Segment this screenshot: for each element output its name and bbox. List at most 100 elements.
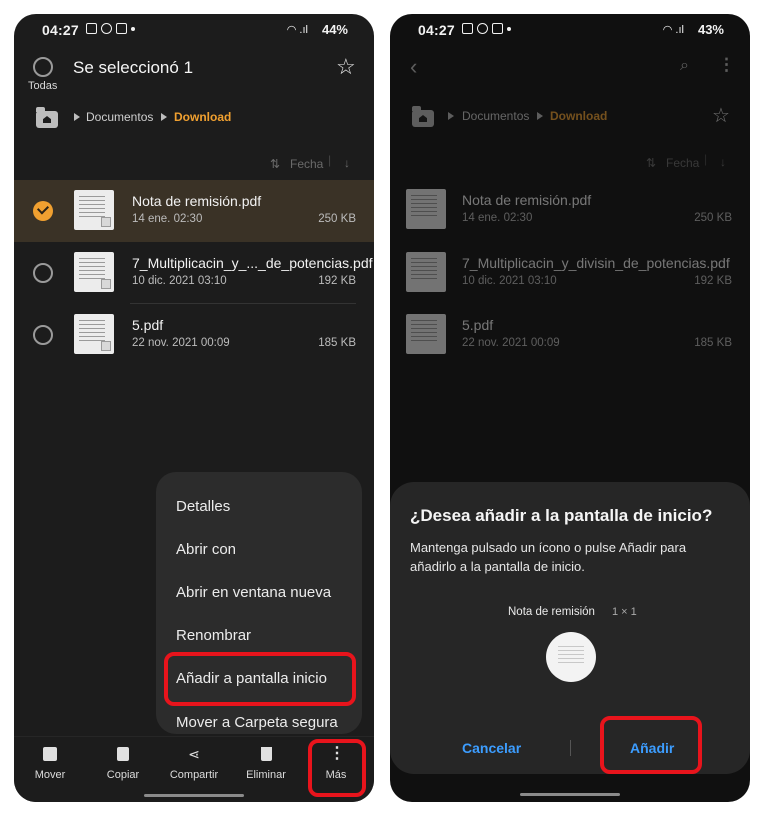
dot-icon — [131, 27, 135, 31]
copy-label: Copiar — [106, 769, 140, 781]
breadcrumb-documentos[interactable]: Documentos — [86, 110, 153, 124]
breadcrumb-download[interactable]: Download — [550, 109, 607, 123]
menu-item-abrir-ventana-nueva[interactable]: Abrir en ventana nueva — [176, 584, 331, 601]
breadcrumb-chevron-icon — [537, 112, 543, 120]
more-icon[interactable]: ⋮ — [718, 55, 735, 75]
file-name: 5.pdf — [462, 317, 494, 333]
breadcrumb-chevron-icon — [161, 113, 167, 121]
share-button[interactable]: ⋖ Compartir — [164, 747, 224, 781]
status-time: 04:27 — [418, 22, 455, 38]
pdf-thumbnail — [74, 252, 114, 292]
gallery-icon — [86, 23, 97, 34]
check-mark-icon — [36, 202, 50, 215]
breadcrumb-download[interactable]: Download — [174, 110, 231, 124]
notification-icons — [462, 23, 511, 34]
file-name: 7_Multiplicacin_y_divisin_de_potencias.p… — [462, 255, 730, 271]
share-icon: ⋖ — [188, 746, 200, 762]
sort-icon[interactable]: ⇅ — [270, 157, 280, 171]
file-row[interactable]: 7_Multiplicacin_y_..._de_potencias.pdf 1… — [14, 242, 374, 304]
expand-icon — [101, 217, 111, 227]
search-icon[interactable]: ⌕ — [680, 57, 689, 75]
select-all-label: Todas — [28, 80, 58, 92]
menu-item-renombrar[interactable]: Renombrar — [176, 627, 251, 644]
battery-level: 44% — [321, 22, 348, 37]
home-folder-icon[interactable] — [412, 106, 434, 127]
account-icon — [101, 23, 112, 34]
star-icon[interactable]: ☆ — [336, 54, 356, 80]
widget-size: 1 × 1 — [612, 606, 637, 618]
sort-label[interactable]: Fecha — [666, 156, 699, 170]
back-icon[interactable]: ‹ — [410, 54, 417, 80]
button-divider — [570, 740, 571, 756]
gesture-bar — [144, 794, 244, 797]
file-checkbox[interactable] — [33, 325, 53, 345]
copy-icon — [117, 747, 129, 761]
file-date: 14 ene. 02:30 — [132, 213, 203, 225]
breadcrumb-chevron-icon — [74, 113, 80, 121]
move-label: Mover — [34, 769, 66, 781]
share-label: Compartir — [169, 769, 219, 781]
file-row[interactable]: Nota de remisión.pdf 14 ene. 02:30 250 K… — [390, 179, 750, 241]
highlight-box — [600, 716, 702, 774]
wifi-signal-icon: ◠ .ıl — [662, 24, 684, 36]
gallery-icon — [462, 23, 473, 34]
file-name: 7_Multiplicacin_y_..._de_potencias.pdf — [132, 255, 373, 271]
file-size: 192 KB — [694, 275, 732, 287]
phone-screen-left: 04:27 ◠ .ıl 44% Todas Se seleccionó 1 ☆ … — [14, 14, 374, 802]
bag-icon — [116, 23, 127, 34]
menu-item-abrir-con[interactable]: Abrir con — [176, 541, 236, 558]
file-row[interactable]: 5.pdf 22 nov. 2021 00:09 185 KB — [14, 304, 374, 366]
sort-icon[interactable]: ⇅ — [646, 156, 656, 170]
expand-icon — [101, 279, 111, 289]
sort-label[interactable]: Fecha — [290, 157, 323, 171]
menu-item-detalles[interactable]: Detalles — [176, 498, 230, 515]
file-row[interactable]: 7_Multiplicacin_y_divisin_de_potencias.p… — [390, 242, 750, 304]
sort-direction-icon[interactable]: ↓ — [344, 156, 350, 170]
pdf-thumbnail — [74, 314, 114, 354]
breadcrumb-documentos[interactable]: Documentos — [462, 109, 529, 123]
notification-icons — [86, 23, 135, 34]
delete-button[interactable]: Eliminar — [236, 747, 296, 781]
checkbox-checked-icon[interactable] — [33, 201, 53, 221]
highlight-box — [164, 652, 356, 706]
breadcrumb-chevron-icon — [448, 112, 454, 120]
widget-preview-icon[interactable] — [546, 632, 596, 682]
sort-direction-icon[interactable]: ↓ — [720, 155, 726, 169]
wifi-signal-icon: ◠ .ıl — [286, 24, 308, 36]
select-all-checkbox[interactable] — [33, 57, 53, 77]
file-name: Nota de remisión.pdf — [462, 192, 592, 208]
star-icon[interactable]: ☆ — [712, 103, 730, 128]
dot-icon — [507, 27, 511, 31]
phone-screen-right: 04:27 ◠ .ıl 43% ‹ ⌕ ⋮ Documentos Downloa… — [390, 14, 750, 802]
home-folder-icon[interactable] — [36, 107, 58, 128]
expand-icon — [101, 341, 111, 351]
file-size: 185 KB — [318, 337, 356, 349]
file-date: 22 nov. 2021 00:09 — [462, 337, 560, 349]
copy-button[interactable]: Copiar — [93, 747, 153, 781]
dialog-message: Mantenga pulsado un ícono o pulse Añadir… — [410, 540, 687, 574]
file-checkbox[interactable] — [33, 263, 53, 283]
status-time: 04:27 — [42, 22, 79, 38]
bag-icon — [492, 23, 503, 34]
pdf-thumbnail — [406, 314, 446, 354]
menu-item-mover-carpeta-segura[interactable]: Mover a Carpeta segura — [176, 714, 338, 731]
bottom-action-bar: Mover Copiar ⋖ Compartir Eliminar ⋮ Más — [14, 736, 374, 802]
pdf-thumbnail — [406, 252, 446, 292]
sort-divider: | — [704, 152, 708, 166]
file-name: 5.pdf — [132, 317, 164, 333]
file-size: 192 KB — [318, 275, 356, 287]
file-size: 250 KB — [318, 213, 356, 225]
add-to-home-dialog: ¿Desea añadir a la pantalla de inicio? M… — [390, 482, 750, 774]
widget-name: Nota de remisión — [508, 606, 595, 618]
file-row[interactable]: 5.pdf 22 nov. 2021 00:09 185 KB — [390, 304, 750, 366]
file-date: 10 dic. 2021 03:10 — [132, 275, 227, 287]
move-button[interactable]: Mover — [20, 747, 80, 781]
trash-icon — [260, 747, 272, 761]
file-row[interactable]: Nota de remisión.pdf 14 ene. 02:30 250 K… — [14, 180, 374, 242]
file-date: 14 ene. 02:30 — [462, 212, 533, 224]
cancel-button[interactable]: Cancelar — [462, 740, 521, 756]
dialog-title: ¿Desea añadir a la pantalla de inicio? — [410, 506, 713, 525]
pdf-thumbnail — [74, 190, 114, 230]
status-bar: 04:27 ◠ .ıl 43% — [390, 14, 750, 46]
file-size: 185 KB — [694, 337, 732, 349]
